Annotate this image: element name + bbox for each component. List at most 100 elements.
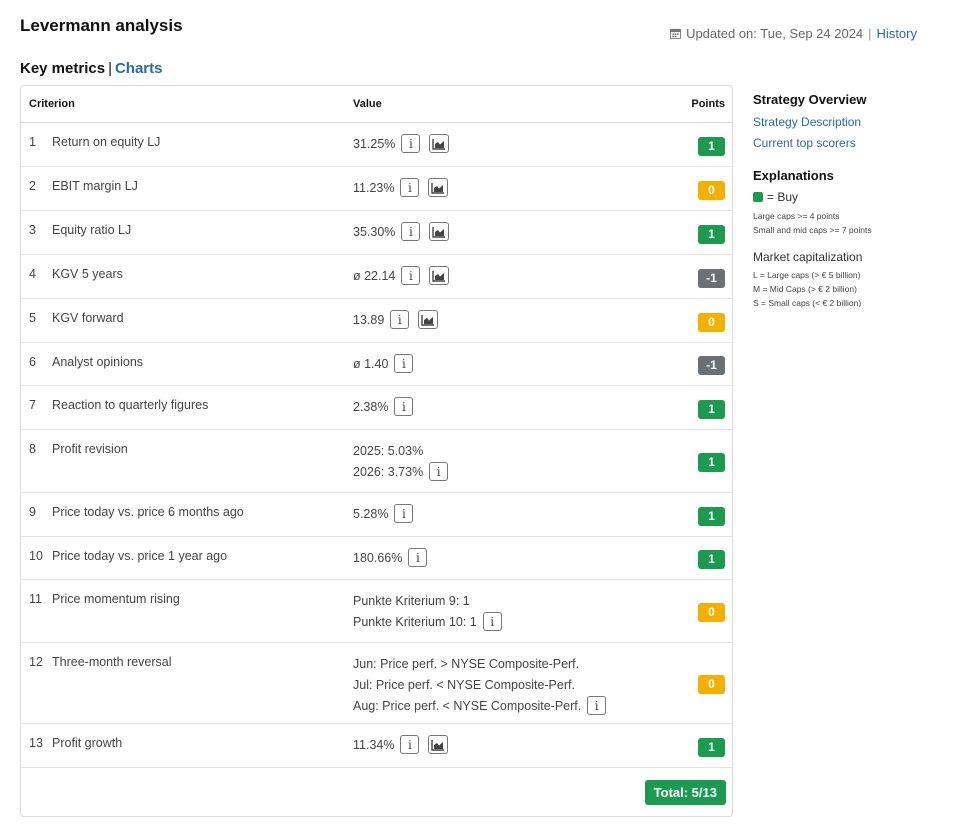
small-mid-caps-rule: Small and mid caps >= 7 points (753, 225, 872, 235)
info-icon[interactable]: i (401, 134, 421, 153)
explanations-title: Explanations (753, 168, 834, 183)
criterion-number: 10 (29, 549, 43, 563)
total-badge: Total: 5/13 (644, 780, 726, 805)
info-icon[interactable]: i (401, 266, 421, 285)
criterion-value: ø 1.40 i (353, 353, 414, 374)
table-row: 5 KGV forward 13.89 i 0 (21, 299, 732, 343)
info-icon[interactable]: i (394, 397, 414, 416)
updated-separator: | (868, 26, 872, 41)
info-icon[interactable]: i (394, 504, 414, 523)
criterion-label: Reaction to quarterly figures (52, 398, 209, 412)
page-title: Levermann analysis (20, 16, 183, 35)
value-line: 2026: 3.73% i (353, 461, 449, 482)
value-line: 31.25% i (353, 133, 450, 154)
value-text: 5.28% (353, 506, 389, 521)
table-row: 12 Three-month reversal Jun: Price perf. >… (21, 643, 732, 724)
criterion-number: 9 (29, 505, 36, 519)
criterion-label: Price momentum rising (52, 592, 180, 606)
history-link[interactable]: History (877, 26, 917, 41)
criterion-label: Price today vs. price 1 year ago (52, 549, 228, 563)
criterion-label: Profit revision (52, 442, 128, 456)
info-icon[interactable]: i (390, 310, 410, 329)
value-text: Punkte Kriterium 9: 1 (353, 593, 470, 608)
value-text: Jul: Price perf. < NYSE Composite-Perf. (353, 677, 575, 692)
calendar-icon (670, 28, 682, 39)
value-text: 2026: 3.73% (353, 464, 424, 479)
info-icon[interactable]: i (408, 548, 428, 567)
value-text: 2.38% (353, 399, 389, 414)
chart-icon[interactable] (428, 735, 449, 754)
market-cap-title: Market capitalization (753, 250, 863, 264)
points-badge: 1 (698, 550, 725, 569)
updated-info: Updated on: Tue, Sep 24 2024 | History (670, 26, 917, 41)
value-text: 35.30% (353, 224, 396, 239)
criterion-value: Jun: Price perf. > NYSE Composite-Perf. J… (353, 653, 607, 716)
value-line: Punkte Kriterium 10: 1 i (353, 611, 502, 632)
criterion-label: Profit growth (52, 736, 123, 750)
criterion-label: Return on equity LJ (52, 135, 161, 149)
points-badge: 1 (698, 225, 725, 244)
buy-legend-text: = Buy (767, 190, 799, 204)
info-icon[interactable]: i (401, 222, 421, 241)
criterion-label: Three-month reversal (52, 655, 172, 669)
sidebar: Strategy Overview Strategy Description C… (753, 92, 953, 310)
value-text: Jun: Price perf. > NYSE Composite-Perf. (353, 656, 580, 671)
criterion-value: 2.38% i (353, 396, 414, 417)
chart-icon[interactable] (429, 134, 450, 153)
info-icon[interactable]: i (587, 696, 607, 715)
criterion-number: 3 (29, 223, 36, 237)
value-line: 11.23% i (353, 177, 449, 198)
chart-icon[interactable] (428, 178, 449, 197)
chart-icon[interactable] (429, 266, 450, 285)
points-badge: -1 (698, 356, 725, 375)
criterion-number: 8 (29, 442, 36, 456)
value-text: ø 1.40 (353, 356, 389, 371)
value-line: Punkte Kriterium 9: 1 (353, 590, 502, 611)
info-icon[interactable]: i (429, 462, 449, 481)
table-header: Criterion Value Points (21, 86, 732, 123)
value-line: 2025: 5.03% (353, 440, 448, 461)
criterion-number: 4 (29, 267, 36, 281)
info-icon[interactable]: i (482, 612, 502, 631)
points-badge: 1 (698, 738, 725, 757)
value-text: ø 22.14 (353, 268, 396, 283)
criterion-value: 13.89 i (353, 309, 439, 330)
criterion-number: 12 (29, 655, 43, 669)
criterion-value: 35.30% i (353, 221, 450, 242)
value-text: Aug: Price perf. < NYSE Composite-Perf. (353, 698, 582, 713)
info-icon[interactable]: i (394, 354, 414, 373)
criterion-label: Equity ratio LJ (52, 223, 132, 237)
value-text: Punkte Kriterium 10: 1 (353, 614, 477, 629)
strategy-description-link[interactable]: Strategy Description (753, 115, 953, 129)
chart-icon[interactable] (429, 222, 450, 241)
points-badge: 1 (698, 400, 725, 419)
info-icon[interactable]: i (400, 178, 420, 197)
current-top-scorers-link[interactable]: Current top scorers (753, 136, 953, 150)
table-row: 9 Price today vs. price 6 months ago 5.28%… (21, 493, 732, 537)
criterion-value: 2025: 5.03% 2026: 3.73% i (353, 440, 449, 482)
subheader-separator: | (108, 60, 112, 77)
criterion-label: Analyst opinions (52, 355, 144, 369)
table-row: 3 Equity ratio LJ 35.30% i 1 (21, 211, 732, 255)
cap-m: M = Mid Caps (> € 2 billion) (753, 284, 857, 294)
value-line: 13.89 i (353, 309, 439, 330)
criterion-label: KGV 5 years (52, 267, 123, 281)
points-badge: 1 (698, 137, 725, 156)
criterion-label: Price today vs. price 6 months ago (52, 505, 244, 519)
value-line: Jul: Price perf. < NYSE Composite-Perf. (353, 674, 606, 695)
criterion-number: 1 (29, 135, 36, 149)
subheader: Key metrics | Charts (20, 60, 162, 77)
table-row: 8 Profit revision 2025: 5.03% 2026: 3.73% i 1 (21, 430, 732, 493)
chart-icon[interactable] (418, 310, 439, 329)
value-line: Jun: Price perf. > NYSE Composite-Perf. (353, 653, 606, 674)
criterion-value: 180.66% i (353, 547, 428, 568)
criterion-value: Punkte Kriterium 9: 1 Punkte Kriterium 10… (353, 590, 502, 632)
large-caps-rule: Large caps >= 4 points (753, 211, 840, 221)
table-row: 10 Price today vs. price 1 year ago 180.66… (21, 537, 732, 580)
info-icon[interactable]: i (400, 735, 420, 754)
charts-link[interactable]: Charts (115, 60, 163, 77)
table-row: 1 Return on equity LJ 31.25% i 1 (21, 123, 732, 167)
points-badge: 1 (698, 453, 725, 472)
points-badge: 0 (698, 313, 725, 332)
value-text: 2025: 5.03% (353, 443, 424, 458)
